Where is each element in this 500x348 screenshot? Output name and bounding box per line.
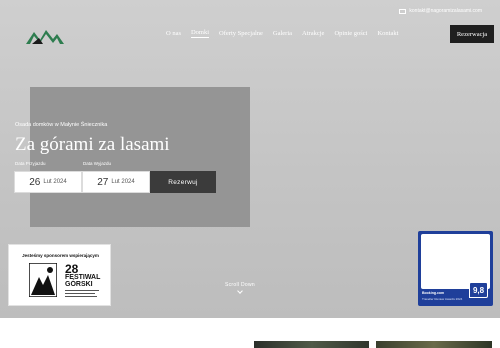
sponsor-text: Jesteśmy sponsorem wspierającym (22, 253, 99, 258)
festival-line2: GÓRSKI (65, 281, 93, 288)
video-placeholder (30, 87, 250, 227)
booking-brand: Booking.com (422, 291, 445, 295)
arrival-day: 26 (29, 176, 41, 188)
mountains-logo[interactable] (26, 26, 64, 46)
arrival-date-input[interactable]: 26 Lut 2024 (14, 171, 82, 193)
festival-info-line (65, 293, 95, 294)
festival-emblem-icon (29, 263, 57, 297)
sponsor-banner[interactable]: Jesteśmy sponsorem wspierającym 28 FESTI… (8, 244, 111, 306)
envelope-icon (399, 8, 407, 14)
festival-line1: FESTIWAL (65, 274, 101, 281)
nav-item-o-nas[interactable]: O nas (166, 30, 181, 37)
nav-item-oferty[interactable]: Oferty Specjalne (219, 30, 263, 37)
scroll-down[interactable]: Scroll Down (225, 282, 255, 294)
departure-day: 27 (97, 176, 109, 188)
departure-date-input[interactable]: 27 Lut 2024 (82, 171, 150, 193)
festival-info-line (65, 290, 99, 291)
nav-item-opinie[interactable]: Opinie gości (334, 30, 367, 37)
departure-month: Lut 2024 (111, 179, 135, 185)
review-score: 9,8 (469, 282, 488, 298)
nav-item-galeria[interactable]: Galeria (273, 30, 292, 37)
gallery-photo (254, 341, 369, 348)
award-text: Traveller Review Awards 2024 (422, 297, 463, 301)
nav-item-domki[interactable]: Domki (190, 29, 210, 38)
contact-email[interactable]: kontakt@nagoramizalasami.com (399, 8, 482, 14)
gallery-photo (376, 341, 492, 348)
arrival-label: Data Przyjazdu (15, 161, 46, 166)
nav-item-kontakt[interactable]: Kontakt (377, 30, 398, 37)
contact-email-text: kontakt@nagoramizalasami.com (409, 8, 482, 14)
nav-item-atrakcje[interactable]: Atrakcje (302, 30, 324, 37)
book-submit-button[interactable]: Rezerwuj (150, 171, 216, 193)
departure-label: Data Wyjazdu (83, 161, 111, 166)
chevron-down-icon (237, 288, 243, 294)
reservation-button[interactable]: Rezerwacja (450, 25, 494, 43)
festival-info-line (65, 296, 97, 297)
hero-subtitle: Osada domków w Małynie Śniecznika (15, 122, 108, 128)
badge-image-area (421, 234, 490, 289)
main-nav: O nas Domki Oferty Specjalne Galeria Atr… (166, 29, 398, 38)
hero-title: Za górami za lasami (15, 134, 170, 155)
arrival-month: Lut 2024 (43, 179, 67, 185)
scroll-down-label: Scroll Down (225, 282, 255, 288)
booking-award-badge[interactable]: 9,8 Booking.com Traveller Review Awards … (418, 231, 493, 306)
